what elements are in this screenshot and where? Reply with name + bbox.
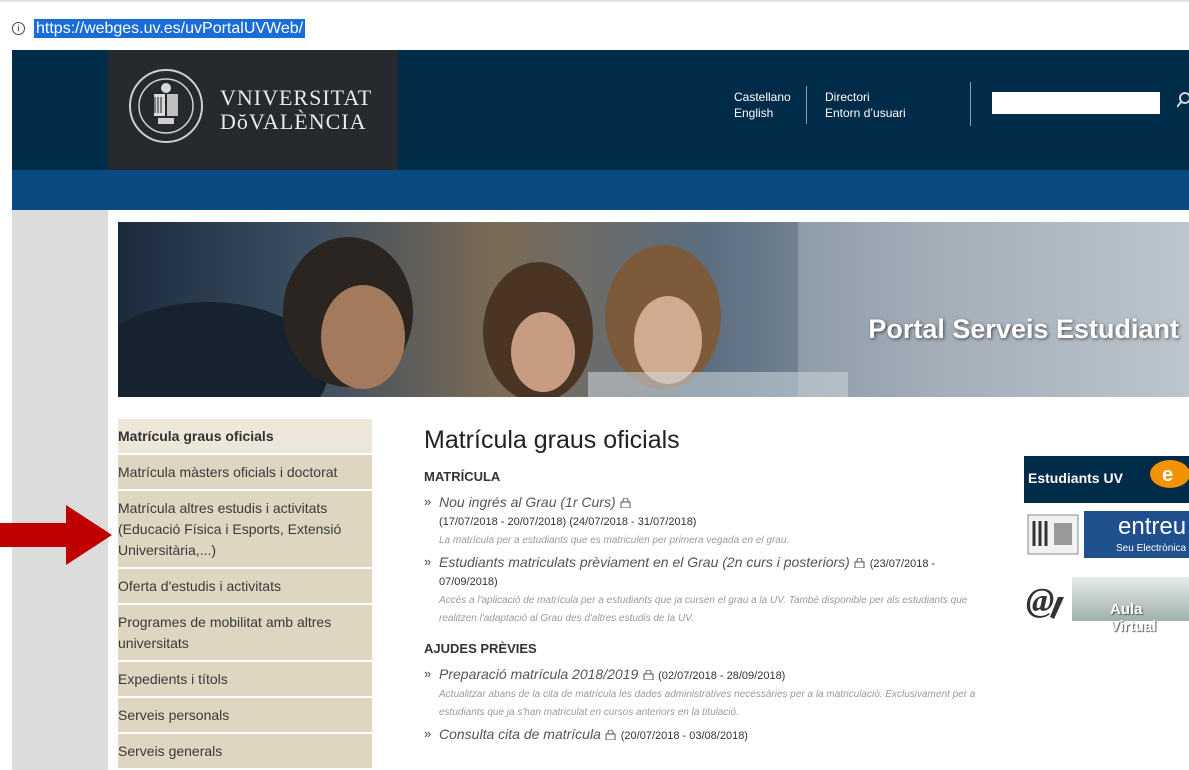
site-header: VNIVERSITAT DŏVALÈNCIA Castellano Englis… xyxy=(12,50,1189,170)
sidebar-item-oferta[interactable]: Oferta d'estudis i activitats xyxy=(118,569,372,605)
sidebar-item-label: Serveis generals xyxy=(118,743,223,759)
search-input[interactable] xyxy=(992,92,1160,114)
header-divider-2 xyxy=(970,82,971,126)
widget-label: entreu xyxy=(1118,513,1187,540)
red-arrow-icon xyxy=(0,505,112,565)
e-logo-icon: e xyxy=(1150,460,1189,488)
seal-icon xyxy=(129,69,203,143)
lock-icon xyxy=(605,730,616,740)
entorn-usuari-link[interactable]: Entorn d’usuari xyxy=(825,106,906,120)
item-link-preparacio[interactable]: Preparació matrícula 2018/2019 xyxy=(439,666,638,682)
item-dates: (02/07/2018 - 28/09/2018) xyxy=(658,670,786,682)
lock-icon xyxy=(620,498,631,508)
students-photo xyxy=(118,222,1189,397)
logo-text: VNIVERSITAT DŏVALÈNCIA xyxy=(220,86,372,134)
bullet: » xyxy=(424,494,432,509)
svg-text:e: e xyxy=(1162,464,1173,486)
svg-text:@: @ xyxy=(1026,582,1054,619)
sidebar-item-serveis-generals[interactable]: Serveis generals xyxy=(118,734,372,770)
item-link-consulta-cita[interactable]: Consulta cita de matrícula xyxy=(439,726,601,742)
sidebar-item-label: Programes de mobilitat amb altres univer… xyxy=(118,614,332,651)
address-bar[interactable]: i https://webges.uv.es/uvPortalUVWeb/ xyxy=(0,0,1189,48)
search-icon[interactable] xyxy=(1177,90,1189,112)
info-icon[interactable]: i xyxy=(12,22,25,35)
list-item: » Preparació matrícula 2018/2019 (02/07/… xyxy=(424,666,984,720)
shield-icon xyxy=(1027,514,1079,555)
sidebar-item-serveis-personals[interactable]: Serveis personals xyxy=(118,698,372,734)
directori-link[interactable]: Directori xyxy=(825,90,870,104)
url-text[interactable]: https://webges.uv.es/uvPortalUVWeb/ xyxy=(34,19,306,38)
sidebar-menu: Matrícula graus oficials Matrícula màste… xyxy=(118,419,372,770)
item-link-estudiants-matriculats[interactable]: Estudiants matriculats prèviament en el … xyxy=(439,554,850,570)
lock-icon xyxy=(854,558,865,568)
item-description: Accés a l'aplicació de matrícula per a e… xyxy=(439,595,968,624)
section-heading-matricula: MATRÍCULA xyxy=(424,469,501,484)
sidebar-item-label: Matrícula graus oficials xyxy=(118,428,274,444)
banner-title: Portal Serveis Estudiant xyxy=(868,314,1179,344)
item-description: La matrícula per a estudiants que es mat… xyxy=(439,535,790,546)
sidebar-item-label: Matrícula màsters oficials i doctorat xyxy=(118,464,338,480)
item-dates: (20/07/2018 - 03/08/2018) xyxy=(620,730,748,742)
bullet: » xyxy=(424,666,432,681)
sidebar-item-expedients[interactable]: Expedients i títols xyxy=(118,662,372,698)
sidebar-item-matricula-masters[interactable]: Matrícula màsters oficials i doctorat xyxy=(118,455,372,491)
item-link-nou-ingres[interactable]: Nou ingrés al Grau (1r Curs) xyxy=(439,494,616,510)
aula-virtual-widget[interactable]: @ Aula Virtual xyxy=(1024,565,1189,633)
lang-english-link[interactable]: English xyxy=(734,106,773,120)
logo-line-1: VNIVERSITAT xyxy=(220,85,373,110)
list-item: » Consulta cita de matrícula (20/07/2018… xyxy=(424,726,984,744)
lang-castellano-link[interactable]: Castellano xyxy=(734,90,791,104)
main-content: Matrícula graus oficials MATRÍCULA » Nou… xyxy=(424,426,984,750)
header-divider xyxy=(806,86,807,124)
entreu-widget[interactable]: entreu Seu Electrònica xyxy=(1024,511,1189,558)
left-margin xyxy=(12,210,108,770)
at-sign-icon: @ xyxy=(1026,582,1064,619)
sidebar-item-matricula-graus[interactable]: Matrícula graus oficials xyxy=(118,419,372,455)
widget-label: Aula Virtual xyxy=(1110,601,1157,633)
widget-sublabel: Seu Electrònica xyxy=(1116,543,1187,554)
university-logo[interactable]: VNIVERSITAT DŏVALÈNCIA xyxy=(108,50,398,170)
sidebar-item-label: Expedients i títols xyxy=(118,671,228,687)
lock-icon xyxy=(643,670,654,680)
list-item: » Nou ingrés al Grau (1r Curs) (17/07/20… xyxy=(424,494,984,548)
logo-line-2: DŏVALÈNCIA xyxy=(220,109,367,134)
estudiants-uv-widget[interactable]: Estudiants UV e xyxy=(1024,456,1189,503)
hero-banner: Portal Serveis Estudiant xyxy=(118,222,1189,397)
sidebar-item-mobilitat[interactable]: Programes de mobilitat amb altres univer… xyxy=(118,605,372,662)
list-item: » Estudiants matriculats prèviament en e… xyxy=(424,554,984,626)
sidebar-item-label: Serveis personals xyxy=(118,707,230,723)
item-description: Actualitzar abans de la cita de matrícul… xyxy=(439,689,976,718)
widget-label: Estudiants UV xyxy=(1028,470,1123,486)
sidebar-item-label: Matrícula altres estudis i activitats (E… xyxy=(118,500,342,558)
page-title: Matrícula graus oficials xyxy=(424,426,680,454)
bullet: » xyxy=(424,554,432,569)
bullet: » xyxy=(424,726,432,741)
sidebar-item-label: Oferta d'estudis i activitats xyxy=(118,578,281,594)
nav-bar xyxy=(12,170,1189,210)
item-dates: (17/07/2018 - 20/07/2018) (24/07/2018 - … xyxy=(439,516,697,528)
section-heading-ajudes: AJUDES PRÈVIES xyxy=(424,641,537,656)
sidebar-item-matricula-altres[interactable]: Matrícula altres estudis i activitats (E… xyxy=(118,491,372,569)
